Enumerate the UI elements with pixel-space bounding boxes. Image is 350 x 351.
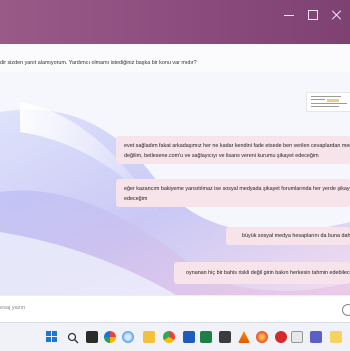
assistant-message: dir sizden yanıt alamıyorum. Yardımcı ol… xyxy=(0,60,197,66)
message-line: değilim, betlesene.com'u ve sağlayıcıyı … xyxy=(124,153,319,159)
emoji-icon[interactable] xyxy=(342,304,350,316)
vlc-icon[interactable] xyxy=(238,331,250,343)
attachment-thumbnail[interactable] xyxy=(306,92,350,112)
search-icon[interactable] xyxy=(67,331,79,344)
user-message-2: eğer kazancım bakiyeme yansıtılmaz ise s… xyxy=(116,179,350,207)
file-explorer-icon[interactable] xyxy=(143,331,155,343)
word-icon[interactable] xyxy=(183,331,195,343)
store-icon[interactable] xyxy=(219,331,231,343)
excel-icon[interactable] xyxy=(200,331,212,343)
sticky-notes-icon[interactable] xyxy=(330,331,342,343)
window-titlebar xyxy=(0,0,350,44)
minimize-icon[interactable] xyxy=(284,10,294,20)
message-input[interactable]: esaj yazın xyxy=(0,305,25,311)
edge-icon[interactable] xyxy=(122,331,134,343)
message-line: edeceğim xyxy=(124,196,148,202)
message-line: evet sağladım fakat arkadaşımız her ne k… xyxy=(124,143,350,149)
message-input-bar[interactable]: esaj yazın xyxy=(0,295,350,323)
user-message-3: büyük sosyal medya hesaplarını da buna d… xyxy=(226,227,350,245)
firefox-icon[interactable] xyxy=(256,331,268,343)
maximize-icon[interactable] xyxy=(308,10,318,20)
widgets-icon[interactable] xyxy=(104,331,116,343)
opera-icon[interactable] xyxy=(275,331,287,343)
notepad-icon[interactable] xyxy=(291,331,303,343)
close-icon[interactable] xyxy=(332,10,342,20)
windows-start-icon[interactable] xyxy=(46,331,57,342)
chrome-icon[interactable] xyxy=(163,331,175,343)
window-controls xyxy=(284,10,342,20)
taskbar xyxy=(0,322,350,351)
user-message-4: oynanan hiç bir bahis riskli değil girin… xyxy=(174,262,350,284)
user-message-1: evet sağladım fakat arkadaşımız her ne k… xyxy=(116,136,350,164)
message-line: büyük sosyal medya hesaplarını da buna d… xyxy=(242,233,350,239)
chat-area: dir sizden yanıt alamıyorum. Yardımcı ol… xyxy=(0,44,350,295)
message-line: oynanan hiç bir bahis riskli değil girin… xyxy=(186,270,350,276)
teams-icon[interactable] xyxy=(310,331,322,343)
message-line: eğer kazancım bakiyeme yansıtılmaz ise s… xyxy=(124,186,350,192)
task-view-icon[interactable] xyxy=(86,331,98,343)
